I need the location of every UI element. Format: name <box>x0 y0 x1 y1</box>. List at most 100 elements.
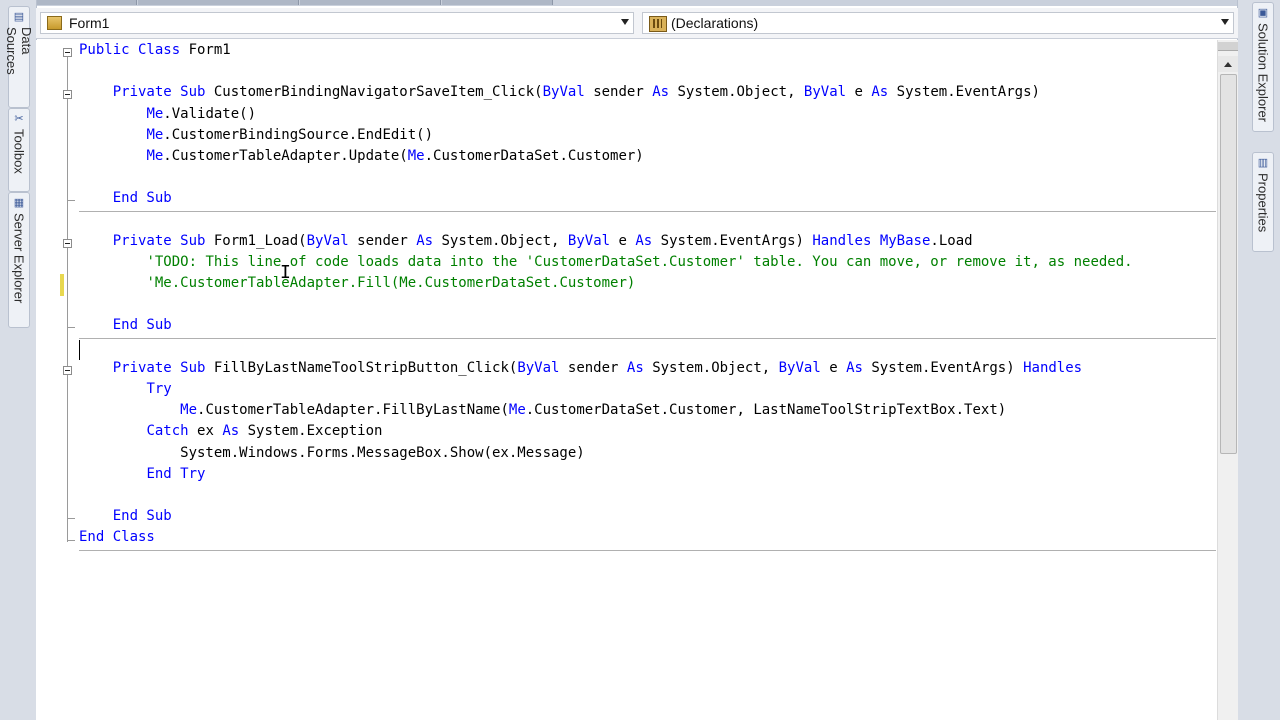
properties-tab[interactable]: ▥ Properties <box>1252 152 1274 252</box>
code-comment: 'TODO: This line of code loads data into… <box>146 253 1133 270</box>
toolbox-label: Toolbox <box>11 129 27 174</box>
document-tab[interactable] <box>300 0 441 5</box>
document-tab[interactable] <box>442 0 553 5</box>
code-text[interactable]: Public Class Form1 Private Sub CustomerB… <box>79 40 1216 549</box>
code-keyword: As <box>871 84 889 101</box>
code-token: Form1_Load( <box>213 232 307 249</box>
code-line[interactable]: End Try <box>79 464 1216 485</box>
code-line[interactable]: Me.CustomerTableAdapter.Update(Me.Custom… <box>79 146 1216 167</box>
code-line[interactable]: Me.CustomerBindingSource.EndEdit() <box>79 125 1216 146</box>
code-line[interactable] <box>79 294 1216 315</box>
code-keyword: ByVal <box>542 84 585 101</box>
code-keyword: End Class <box>79 529 155 546</box>
code-keyword: Private Sub <box>112 232 214 249</box>
code-token: sender <box>584 84 653 101</box>
toolbox-tab[interactable]: ✂ Toolbox <box>8 108 30 192</box>
solution-explorer-tab[interactable]: ▣ Solution Explorer <box>1252 2 1274 132</box>
left-dock-strip: ▤ Data Sources ✂ Toolbox ▦ Server Explor… <box>0 0 37 720</box>
procedure-separator <box>79 550 1216 551</box>
code-token: Form1 <box>188 42 231 58</box>
code-keyword: Try <box>146 381 172 397</box>
code-line[interactable]: End Sub <box>79 315 1216 336</box>
server-explorer-tab[interactable]: ▦ Server Explorer <box>8 192 30 328</box>
code-keyword: Private Sub <box>112 359 214 376</box>
data-sources-icon: ▤ <box>13 11 25 23</box>
code-keyword: Private Sub <box>112 84 214 101</box>
code-line[interactable] <box>79 485 1216 506</box>
data-sources-tab[interactable]: ▤ Data Sources <box>4 6 34 108</box>
code-keyword: MyBase <box>879 232 931 249</box>
code-token: System.Windows.Forms.MessageBox.Show(ex.… <box>79 444 585 461</box>
code-line[interactable] <box>79 337 1216 358</box>
ibeam-cursor-icon: I <box>280 262 291 283</box>
code-line[interactable]: End Sub <box>79 506 1216 527</box>
document-tab[interactable] <box>138 0 299 5</box>
code-keyword: Me <box>146 147 164 164</box>
code-line[interactable]: Private Sub FillByLastNameToolStripButto… <box>79 358 1216 379</box>
code-line[interactable] <box>79 167 1216 188</box>
code-line[interactable] <box>79 210 1216 231</box>
code-token: .CustomerTableAdapter.FillByLastName( <box>197 402 509 419</box>
code-keyword: As <box>626 359 644 376</box>
code-line[interactable]: 'Me.CustomerTableAdapter.Fill(Me.Custome… <box>79 273 1216 294</box>
document-tab[interactable] <box>36 0 137 5</box>
chevron-down-icon[interactable] <box>621 19 629 25</box>
outline-line <box>67 50 68 542</box>
collapse-icon[interactable] <box>63 366 72 375</box>
code-line[interactable]: Catch ex As System.Exception <box>79 421 1216 442</box>
scroll-up-button[interactable] <box>1218 56 1238 72</box>
code-token: System.EventArgs) <box>888 84 1040 101</box>
code-token: System.EventArgs) <box>862 359 1024 376</box>
toolbox-icon: ✂ <box>14 113 24 125</box>
code-line[interactable]: End Sub <box>79 188 1216 209</box>
code-token: e <box>820 359 847 376</box>
code-line[interactable]: System.Windows.Forms.MessageBox.Show(ex.… <box>79 443 1216 464</box>
code-token: .Load <box>930 232 973 249</box>
code-keyword: Me <box>407 147 425 164</box>
code-line[interactable]: Try <box>79 379 1216 400</box>
code-line[interactable]: Me.CustomerTableAdapter.FillByLastName(M… <box>79 400 1216 421</box>
collapse-icon[interactable] <box>63 239 72 248</box>
code-keyword: End Try <box>146 465 206 482</box>
code-token: FillByLastNameToolStripButton_Click( <box>213 359 518 376</box>
server-explorer-label: Server Explorer <box>11 213 27 304</box>
code-line[interactable]: Me.Validate() <box>79 104 1216 125</box>
code-keyword: ByVal <box>306 232 349 249</box>
code-keyword: ByVal <box>778 359 821 376</box>
editor-splitter[interactable] <box>1218 42 1238 51</box>
properties-label: Properties <box>1255 173 1271 233</box>
class-name-value: Form1 <box>69 15 110 31</box>
vertical-scrollbar[interactable] <box>1217 40 1238 720</box>
scrollbar-thumb[interactable] <box>1220 74 1237 454</box>
code-line[interactable]: 'TODO: This line of code loads data into… <box>79 252 1216 273</box>
code-keyword: Handles <box>812 232 872 249</box>
code-line[interactable]: Public Class Form1 <box>79 40 1216 61</box>
chevron-down-icon[interactable] <box>1221 19 1229 25</box>
outline-end-tick <box>67 200 75 201</box>
code-token: .Validate() <box>163 105 257 122</box>
outline-end-tick <box>67 540 75 541</box>
code-token: .CustomerTableAdapter.Update( <box>163 147 408 164</box>
code-token: .CustomerDataSet.Customer) <box>424 147 644 164</box>
code-line[interactable]: Private Sub CustomerBindingNavigatorSave… <box>79 82 1216 103</box>
code-line[interactable]: End Class <box>79 527 1216 548</box>
collapse-icon[interactable] <box>63 48 72 57</box>
code-keyword: As <box>222 423 240 440</box>
collapse-icon[interactable] <box>63 90 72 99</box>
code-line[interactable] <box>79 61 1216 82</box>
code-editor[interactable]: Public Class Form1 Private Sub CustomerB… <box>36 40 1216 720</box>
method-name-dropdown[interactable]: (Declarations) <box>642 12 1234 34</box>
code-navigation-bar: Form1 (Declarations) <box>36 8 1238 39</box>
class-name-dropdown[interactable]: Form1 <box>40 12 634 34</box>
outline-end-tick <box>67 518 75 519</box>
solution-explorer-icon: ▣ <box>1257 7 1269 19</box>
code-keyword: ByVal <box>567 232 611 249</box>
outline-end-tick <box>67 327 75 328</box>
code-line[interactable]: Private Sub Form1_Load(ByVal sender As S… <box>79 231 1216 252</box>
